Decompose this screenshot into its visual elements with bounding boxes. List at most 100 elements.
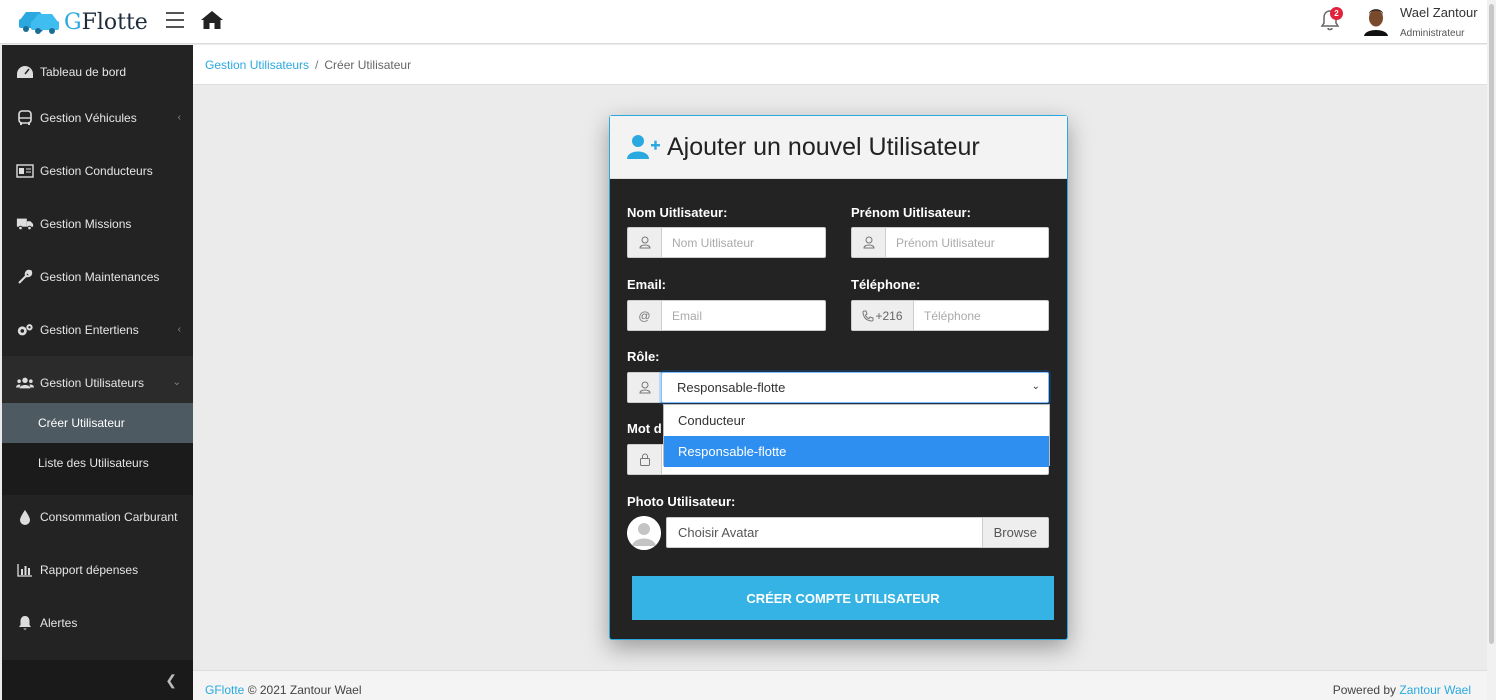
footer-brand-link[interactable]: GFlotte: [205, 683, 244, 697]
sidebar-footer: ❮: [2, 660, 193, 700]
sidebar-item-label: Tableau de bord: [40, 64, 127, 79]
sidebar-item-entretiens[interactable]: Gestion Entertiens ‹: [2, 303, 193, 356]
page-scrollbar[interactable]: [1487, 0, 1496, 700]
bus-icon: [16, 109, 34, 126]
default-avatar-icon: [627, 516, 661, 550]
sidebar-subitem-liste-utilisateurs[interactable]: Liste des Utilisateurs: [2, 443, 193, 483]
card-header: Ajouter un nouvel Utilisateur: [610, 116, 1067, 179]
avatar-file-input[interactable]: Choisir Avatar Browse: [666, 517, 1049, 548]
nom-input-group: [627, 227, 826, 258]
chevron-down-icon: ⌄: [172, 377, 181, 388]
home-icon[interactable]: [200, 9, 224, 34]
id-card-icon: [16, 163, 34, 179]
sidebar-item-label: Gestion Entertiens: [40, 322, 139, 337]
notification-badge: 2: [1330, 7, 1343, 20]
bell-icon: [16, 615, 34, 631]
footer-author-link[interactable]: Zantour Wael: [1399, 683, 1471, 697]
create-user-card: Ajouter un nouvel Utilisateur Nom Uitlis…: [609, 115, 1068, 640]
sidebar-item-maintenances[interactable]: Gestion Maintenances: [2, 250, 193, 303]
sidebar-item-conducteurs[interactable]: Gestion Conducteurs: [2, 144, 193, 197]
sidebar-item-label: Gestion Missions: [40, 216, 132, 231]
phone-prefix: +216: [875, 308, 903, 323]
lock-icon: [628, 445, 662, 474]
gears-icon: [16, 322, 34, 338]
brand-logo[interactable]: GFlotte: [18, 6, 148, 38]
collapse-sidebar-icon[interactable]: ❮: [165, 672, 177, 689]
role-addon-group: [627, 372, 662, 403]
user-plus-icon: [627, 135, 660, 159]
sidebar-item-carburant[interactable]: Consommation Carburant: [2, 490, 193, 543]
sidebar-item-alertes[interactable]: Alertes: [2, 596, 193, 649]
sidebar-item-rapport[interactable]: Rapport dépenses: [2, 543, 193, 596]
sidebar-item-label: Consommation Carburant: [40, 509, 178, 524]
phone-icon: [862, 310, 874, 322]
role-selected-value: Responsable-flotte: [677, 380, 786, 395]
wrench-icon: [16, 269, 34, 285]
role-label: Rôle:: [627, 349, 660, 364]
role-dropdown-list: Conducteur Responsable-flotte: [663, 404, 1050, 467]
role-select[interactable]: Responsable-flotte ⌄: [661, 372, 1049, 403]
breadcrumb: Gestion Utilisateurs / Créer Utilisateur: [193, 45, 1487, 85]
role-option-responsable-flotte[interactable]: Responsable-flotte: [664, 436, 1049, 467]
chevron-left-icon: ‹: [177, 324, 181, 335]
prenom-label: Prénom Uitlisateur:: [851, 205, 971, 220]
powered-by-text: Powered by: [1332, 683, 1397, 697]
chevron-left-icon: ‹: [177, 112, 181, 123]
email-input[interactable]: [662, 301, 825, 330]
scrollbar-thumb[interactable]: [1489, 4, 1494, 644]
footer-copyright: © 2021 Zantour Wael: [247, 683, 362, 697]
password-label: Mot d: [627, 421, 662, 436]
sidebar-item-label: Alertes: [40, 615, 78, 630]
chevron-down-icon: ⌄: [1031, 381, 1040, 392]
sidebar-subitem-label: Liste des Utilisateurs: [38, 456, 149, 470]
users-icon: [16, 375, 34, 391]
sidebar-subitem-creer-utilisateur[interactable]: Créer Utilisateur: [2, 403, 193, 443]
sidebar: Tableau de bord Gestion Véhicules ‹ Gest…: [2, 45, 193, 700]
telephone-input-group: +216: [851, 300, 1049, 331]
user-name[interactable]: Wael Zantour: [1400, 5, 1478, 20]
sidebar-item-label: Gestion Véhicules: [40, 110, 137, 125]
role-option-conducteur[interactable]: Conducteur: [664, 405, 1049, 436]
dashboard-icon: [16, 64, 34, 80]
file-placeholder: Choisir Avatar: [678, 525, 759, 540]
prenom-input[interactable]: [886, 228, 1048, 257]
sidebar-item-vehicules[interactable]: Gestion Véhicules ‹: [2, 91, 193, 144]
breadcrumb-parent-link[interactable]: Gestion Utilisateurs: [205, 58, 309, 72]
user-role: Administrateur: [1400, 28, 1465, 39]
prenom-input-group: [851, 227, 1049, 258]
breadcrumb-separator: /: [315, 58, 319, 72]
car-logo-icon: [19, 12, 59, 34]
top-navbar: GFlotte 2 Wael Zantour Administrateur: [0, 0, 1487, 44]
drop-icon: [16, 509, 34, 525]
email-input-group: @: [627, 300, 826, 331]
truck-icon: [16, 216, 34, 232]
brand-name: GFlotte: [64, 10, 148, 35]
footer: GFlotte © 2021 Zantour Wael Powered by Z…: [193, 670, 1487, 700]
breadcrumb-current: Créer Utilisateur: [324, 58, 412, 72]
sidebar-item-utilisateurs[interactable]: Gestion Utilisateurs ⌄: [2, 356, 193, 409]
user-avatar[interactable]: [1362, 6, 1390, 36]
phone-prefix-addon: +216: [852, 301, 914, 330]
photo-label: Photo Utilisateur:: [627, 494, 736, 509]
brand-initial: G: [64, 9, 82, 35]
brand-rest: Flotte: [81, 9, 148, 35]
nom-label: Nom Uitlisateur:: [627, 205, 728, 220]
email-label: Email:: [627, 277, 667, 292]
sidebar-item-label: Gestion Maintenances: [40, 269, 160, 284]
sidebar-item-label: Gestion Utilisateurs: [40, 375, 145, 390]
sidebar-item-missions[interactable]: Gestion Missions: [2, 197, 193, 250]
user-role-icon: [628, 373, 661, 402]
sidebar-item-label: Gestion Conducteurs: [40, 163, 153, 178]
user-icon: [852, 228, 886, 257]
user-icon: [628, 228, 662, 257]
form-title: Ajouter un nouvel Utilisateur: [667, 132, 980, 161]
telephone-label: Téléphone:: [851, 277, 921, 292]
sidebar-item-label: Rapport dépenses: [40, 562, 139, 577]
browse-button[interactable]: Browse: [981, 518, 1048, 547]
sidebar-subitem-label: Créer Utilisateur: [38, 416, 125, 430]
telephone-input[interactable]: [914, 301, 1048, 330]
nom-input[interactable]: [662, 228, 825, 257]
create-account-button[interactable]: CRÉER COMPTE UTILISATEUR: [632, 576, 1054, 620]
menu-toggle-icon[interactable]: [166, 12, 184, 28]
footer-powered-by: Powered by Zantour Wael: [1333, 683, 1471, 697]
